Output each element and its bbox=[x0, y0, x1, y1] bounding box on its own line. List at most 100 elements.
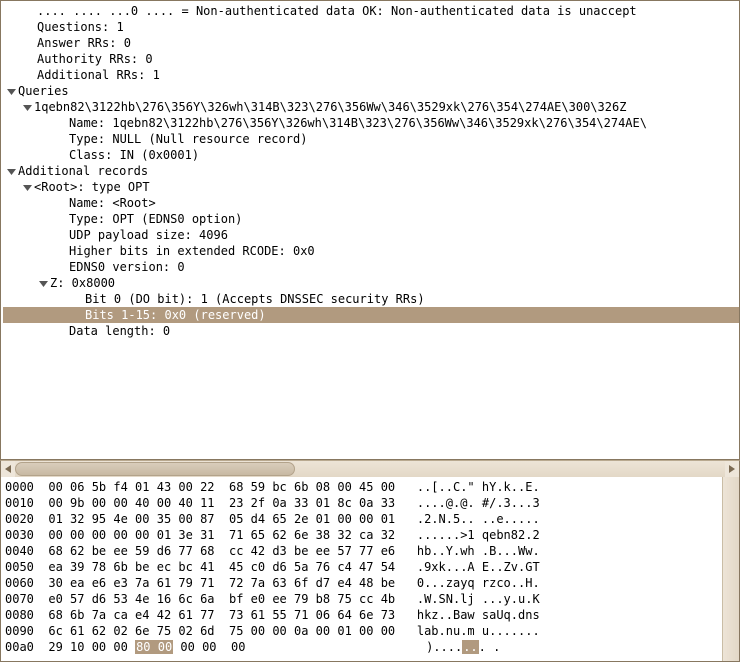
detail-line[interactable]: Additional RRs: 1 bbox=[3, 67, 739, 83]
detail-line[interactable]: Bits 1-15: 0x0 (reserved) bbox=[3, 307, 739, 323]
hex-row[interactable]: 0040 68 62 be ee 59 d6 77 68 cc 42 d3 be… bbox=[5, 543, 718, 559]
detail-text: Type: OPT (EDNS0 option) bbox=[69, 212, 242, 226]
hex-offset: 0050 bbox=[5, 560, 34, 574]
hex-bytes: bf e0 ee 79 b8 75 cc 4b bbox=[229, 592, 395, 606]
hex-bytes: 72 7a 63 6f d7 e4 48 be bbox=[229, 576, 395, 590]
detail-line[interactable]: 1qebn82\3122hb\276\356Y\326wh\314B\323\2… bbox=[3, 99, 739, 115]
detail-line[interactable]: Data length: 0 bbox=[3, 323, 739, 339]
hex-offset: 00a0 bbox=[5, 640, 34, 654]
hex-bytes: ea 39 78 6b be ec bc 41 bbox=[48, 560, 214, 574]
detail-line[interactable]: Additional records bbox=[3, 163, 739, 179]
hex-bytes: 73 61 55 71 06 64 6e 73 bbox=[229, 608, 395, 622]
hex-bytes: 00 9b 00 00 40 00 40 11 bbox=[48, 496, 214, 510]
detail-text: UDP payload size: 4096 bbox=[69, 228, 228, 242]
hex-ascii: hb..Y.wh .B...Ww. bbox=[417, 544, 540, 558]
hex-row[interactable]: 0090 6c 61 62 02 6e 75 02 6d 75 00 00 0a… bbox=[5, 623, 718, 639]
tree-expand-toggle[interactable] bbox=[23, 99, 32, 108]
detail-line[interactable]: Bit 0 (DO bit): 1 (Accepts DNSSEC securi… bbox=[3, 291, 739, 307]
scroll-right-button[interactable] bbox=[725, 461, 739, 477]
hex-offset: 0030 bbox=[5, 528, 34, 542]
hex-bytes: 68 59 bc 6b 08 00 45 00 bbox=[229, 480, 395, 494]
hex-bytes: 6c 61 62 02 6e 75 02 6d bbox=[48, 624, 214, 638]
detail-line[interactable]: Name: 1qebn82\3122hb\276\356Y\326wh\314B… bbox=[3, 115, 739, 131]
hex-bytes: 00 00 00 00 00 01 3e 31 bbox=[48, 528, 214, 542]
hex-offset: 0010 bbox=[5, 496, 34, 510]
hex-ascii: .9xk...A E..Zv.GT bbox=[417, 560, 540, 574]
hex-offset: 0080 bbox=[5, 608, 34, 622]
detail-line[interactable]: UDP payload size: 4096 bbox=[3, 227, 739, 243]
hex-ascii: .W.SN.lj ...y.u.K bbox=[417, 592, 540, 606]
detail-line[interactable]: Type: OPT (EDNS0 option) bbox=[3, 211, 739, 227]
scroll-left-button[interactable] bbox=[1, 461, 15, 477]
hex-bytes: 00 00 bbox=[173, 640, 216, 654]
hex-dump[interactable]: 0000 00 06 5b f4 01 43 00 22 68 59 bc 6b… bbox=[1, 477, 722, 661]
hex-bytes: e0 57 d6 53 4e 16 6c 6a bbox=[48, 592, 214, 606]
hex-row[interactable]: 0010 00 9b 00 00 40 00 40 11 23 2f 0a 33… bbox=[5, 495, 718, 511]
horizontal-scrollbar[interactable] bbox=[0, 460, 740, 477]
detail-text: Bits 1-15: 0x0 (reserved) bbox=[85, 308, 266, 322]
hex-bytes-highlight: 80 00 bbox=[135, 640, 173, 654]
hex-ascii: ....@.@. #/.3...3 bbox=[417, 496, 540, 510]
packet-details-tree[interactable]: .... .... ...0 .... = Non-authenticated … bbox=[1, 1, 739, 341]
detail-text: <Root>: type OPT bbox=[34, 180, 150, 194]
hex-ascii: ..[..C." hY.k..E. bbox=[417, 480, 540, 494]
detail-text: EDNS0 version: 0 bbox=[69, 260, 185, 274]
detail-line[interactable]: Questions: 1 bbox=[3, 19, 739, 35]
packet-bytes-pane[interactable]: 0000 00 06 5b f4 01 43 00 22 68 59 bc 6b… bbox=[0, 477, 740, 662]
hex-bytes: 30 ea e6 e3 7a 61 79 71 bbox=[48, 576, 214, 590]
detail-text: Name: 1qebn82\3122hb\276\356Y\326wh\314B… bbox=[69, 116, 647, 130]
hex-bytes: 01 32 95 4e 00 35 00 87 bbox=[48, 512, 214, 526]
detail-line[interactable]: <Root>: type OPT bbox=[3, 179, 739, 195]
hex-bytes: 00 06 5b f4 01 43 00 22 bbox=[48, 480, 214, 494]
hex-offset: 0000 bbox=[5, 480, 34, 494]
tree-expand-toggle[interactable] bbox=[23, 179, 32, 188]
detail-text: Higher bits in extended RCODE: 0x0 bbox=[69, 244, 315, 258]
tree-expand-toggle[interactable] bbox=[39, 275, 48, 284]
hex-bytes: 00 bbox=[231, 640, 245, 654]
detail-line[interactable]: EDNS0 version: 0 bbox=[3, 259, 739, 275]
packet-details-pane[interactable]: .... .... ...0 .... = Non-authenticated … bbox=[0, 0, 740, 460]
detail-text: Z: 0x8000 bbox=[50, 276, 115, 290]
hex-bytes: 29 10 00 00 bbox=[48, 640, 135, 654]
scroll-thumb[interactable] bbox=[15, 462, 295, 476]
detail-line[interactable]: Class: IN (0x0001) bbox=[3, 147, 739, 163]
hex-bytes: 68 6b 7a ca e4 42 61 77 bbox=[48, 608, 214, 622]
detail-text: Class: IN (0x0001) bbox=[69, 148, 199, 162]
detail-line[interactable]: .... .... ...0 .... = Non-authenticated … bbox=[3, 3, 739, 19]
hex-row[interactable]: 0060 30 ea e6 e3 7a 61 79 71 72 7a 63 6f… bbox=[5, 575, 718, 591]
hex-bytes: 71 65 62 6e 38 32 ca 32 bbox=[229, 528, 395, 542]
hex-bytes: 23 2f 0a 33 01 8c 0a 33 bbox=[229, 496, 395, 510]
hex-ascii: . . bbox=[479, 640, 501, 654]
hex-row[interactable]: 00a0 29 10 00 00 80 00 00 00 00 ).......… bbox=[5, 639, 718, 655]
detail-text: Queries bbox=[18, 84, 69, 98]
detail-line[interactable]: Answer RRs: 0 bbox=[3, 35, 739, 51]
detail-line[interactable]: Higher bits in extended RCODE: 0x0 bbox=[3, 243, 739, 259]
hex-row[interactable]: 0080 68 6b 7a ca e4 42 61 77 73 61 55 71… bbox=[5, 607, 718, 623]
hex-row[interactable]: 0030 00 00 00 00 00 01 3e 31 71 65 62 6e… bbox=[5, 527, 718, 543]
detail-line[interactable]: Authority RRs: 0 bbox=[3, 51, 739, 67]
tree-expand-toggle[interactable] bbox=[7, 163, 16, 172]
hex-bytes: 45 c0 d6 5a 76 c4 47 54 bbox=[229, 560, 395, 574]
detail-line[interactable]: Type: NULL (Null resource record) bbox=[3, 131, 739, 147]
detail-text: Name: <Root> bbox=[69, 196, 156, 210]
detail-line[interactable]: Z: 0x8000 bbox=[3, 275, 739, 291]
tree-expand-toggle[interactable] bbox=[7, 83, 16, 92]
detail-text: .... .... ...0 .... = Non-authenticated … bbox=[37, 4, 637, 18]
detail-text: Questions: 1 bbox=[37, 20, 124, 34]
vertical-scrollbar[interactable] bbox=[722, 477, 739, 661]
hex-offset: 0060 bbox=[5, 576, 34, 590]
hex-bytes: 75 00 00 0a 00 01 00 00 bbox=[229, 624, 395, 638]
hex-row[interactable]: 0070 e0 57 d6 53 4e 16 6c 6a bf e0 ee 79… bbox=[5, 591, 718, 607]
hex-offset: 0020 bbox=[5, 512, 34, 526]
hex-bytes: 05 d4 65 2e 01 00 00 01 bbox=[229, 512, 395, 526]
hex-row[interactable]: 0020 01 32 95 4e 00 35 00 87 05 d4 65 2e… bbox=[5, 511, 718, 527]
hex-row[interactable]: 0050 ea 39 78 6b be ec bc 41 45 c0 d6 5a… bbox=[5, 559, 718, 575]
detail-line[interactable]: Name: <Root> bbox=[3, 195, 739, 211]
detail-text: Authority RRs: 0 bbox=[37, 52, 153, 66]
hex-bytes: cc 42 d3 be ee 57 77 e6 bbox=[229, 544, 395, 558]
hex-ascii: ).... bbox=[426, 640, 462, 654]
detail-line[interactable]: Queries bbox=[3, 83, 739, 99]
hex-offset: 0090 bbox=[5, 624, 34, 638]
hex-row[interactable]: 0000 00 06 5b f4 01 43 00 22 68 59 bc 6b… bbox=[5, 479, 718, 495]
hex-ascii: .2.N.5.. ..e..... bbox=[417, 512, 540, 526]
